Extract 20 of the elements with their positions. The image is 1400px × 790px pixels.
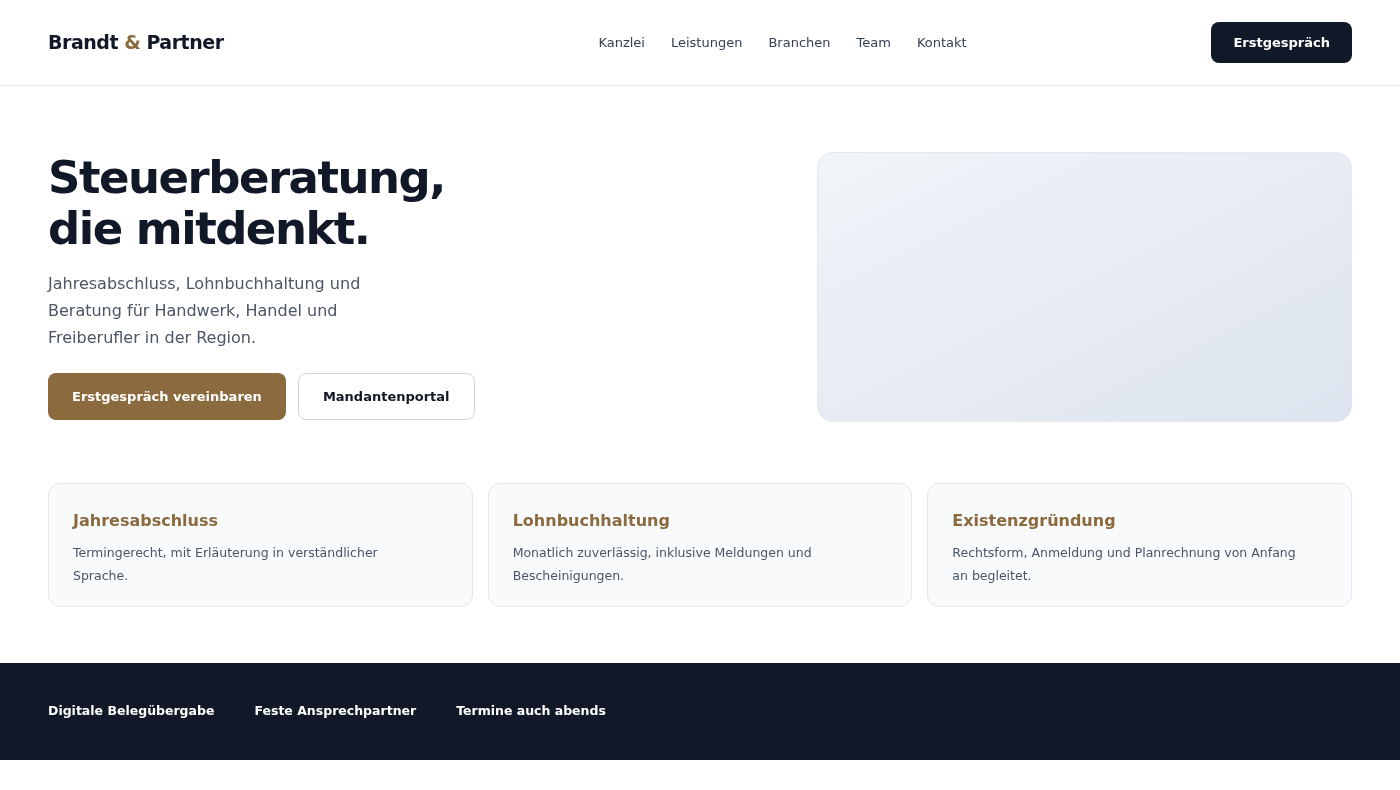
logo[interactable]: Brandt & Partner <box>48 28 224 57</box>
feature-label: Digitale Belegübergabe <box>48 702 215 721</box>
card-title: Existenzgründung <box>952 510 1117 532</box>
primary-button[interactable]: Erstgespräch vereinbaren <box>48 373 286 420</box>
nav-link[interactable]: Kontakt <box>916 32 967 53</box>
appointment-button[interactable]: Erstgespräch <box>1211 22 1352 63</box>
nav-link[interactable]: Team <box>856 32 891 53</box>
hero-headline: Steuerberatung, die mitdenkt. <box>48 152 446 254</box>
nav-link[interactable]: Branchen <box>768 32 831 53</box>
nav-link[interactable]: Kanzlei <box>598 32 645 53</box>
feature-label: Feste Ansprechpartner <box>254 702 417 721</box>
hero-description: Jahresabschluss, Lohnbuchhaltung und Beratung für Handwerk, Handel und Freiberufler in der Region. <box>48 273 362 349</box>
card-text: Termingerecht, mit Erläuterung in verständlicher Sprache. <box>73 544 379 585</box>
card-text: Monatlich zuverlässig, inklusive Meldungen und Bescheinigungen. <box>512 544 813 585</box>
nav-link[interactable]: Leistungen <box>670 32 743 53</box>
card-title: Lohnbuchhaltung <box>512 510 671 532</box>
card-title: Jahresabschluss <box>73 510 219 532</box>
feature-label: Termine auch abends <box>456 702 606 721</box>
card-text: Rechtsform, Anmeldung und Planrechnung von Anfang an begleitet. <box>952 544 1297 585</box>
secondary-button[interactable]: Mandantenportal <box>297 373 475 420</box>
